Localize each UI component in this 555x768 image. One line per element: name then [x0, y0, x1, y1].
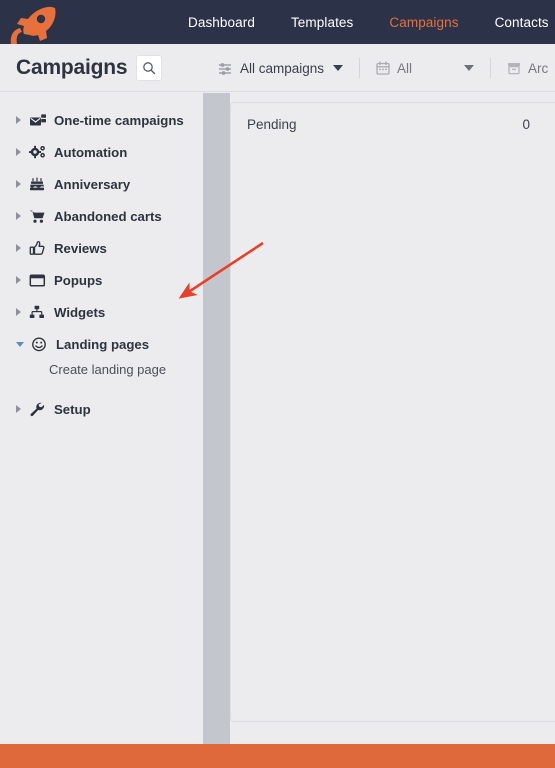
chevron-right-icon	[16, 308, 21, 316]
primary-nav: Dashboard Templates Campaigns Contacts	[170, 0, 555, 44]
archive-box-icon	[508, 63, 521, 75]
nav-link-templates[interactable]: Templates	[273, 15, 371, 30]
sidebar-item-reviews[interactable]: Reviews	[0, 236, 203, 260]
sidebar-item-setup[interactable]: Setup	[0, 397, 203, 421]
sidebar-label: Reviews	[54, 240, 107, 256]
chevron-down-icon	[333, 65, 344, 71]
sidebar-item-anniversary[interactable]: Anniversary	[0, 172, 203, 196]
window-popup-icon	[28, 272, 47, 289]
thumbs-up-icon	[28, 240, 47, 257]
filter-archive-label: Arc	[528, 60, 549, 76]
sidebar-item-popups[interactable]: Popups	[0, 268, 203, 292]
mail-stack-icon	[28, 112, 47, 129]
chevron-right-icon	[16, 212, 21, 220]
top-navbar: Dashboard Templates Campaigns Contacts	[0, 0, 555, 44]
nav-link-contacts[interactable]: Contacts	[477, 15, 555, 30]
filter-all-campaigns[interactable]: All campaigns	[218, 60, 344, 76]
chevron-right-icon	[16, 116, 21, 124]
sidebar: One-time campaigns Automation Anniversar…	[0, 93, 203, 744]
page-title: Campaigns	[16, 55, 128, 79]
card-header: Pending 0	[231, 103, 555, 132]
sidebar-label: Automation	[54, 144, 128, 160]
chevron-down-icon	[16, 341, 24, 347]
toolbar-divider-2	[490, 58, 492, 78]
sidebar-item-automation[interactable]: Automation	[0, 140, 203, 164]
sidebar-item-widgets[interactable]: Widgets	[0, 300, 203, 324]
sidebar-item-abandoned-carts[interactable]: Abandoned carts	[0, 204, 203, 228]
sidebar-label: Setup	[54, 401, 91, 417]
chevron-right-icon	[16, 276, 21, 284]
card-title: Pending	[247, 117, 297, 132]
birthday-cake-icon	[28, 176, 47, 193]
filter-archive[interactable]: Arc	[507, 61, 548, 76]
search-input[interactable]	[136, 54, 163, 81]
sidebar-item-landing-pages[interactable]: Landing pages	[0, 332, 203, 356]
filter-date-range[interactable]: All	[376, 60, 475, 76]
chevron-right-icon	[16, 244, 21, 252]
sidebar-label: Anniversary	[54, 176, 131, 192]
card-count: 0	[522, 117, 530, 132]
shopping-cart-icon	[28, 208, 47, 225]
calendar-icon	[376, 61, 390, 75]
sidebar-list: One-time campaigns Automation Anniversar…	[0, 93, 203, 421]
filter-toolbar: All campaigns All Arc	[218, 44, 548, 92]
nav-link-dashboard[interactable]: Dashboard	[170, 15, 273, 30]
pending-campaigns-card: Pending 0	[230, 102, 555, 722]
sidebar-label: Abandoned carts	[54, 208, 162, 224]
search-icon	[143, 61, 156, 74]
sidebar-label: Landing pages	[56, 336, 150, 352]
sidebar-label: Widgets	[54, 304, 106, 320]
gears-icon	[28, 144, 47, 161]
sliders-filter-icon	[219, 62, 231, 75]
filter-date-range-label: All	[397, 60, 413, 76]
rocket-logo-icon[interactable]	[8, 2, 66, 44]
app-root: Dashboard Templates Campaigns Contacts C…	[0, 0, 555, 768]
sidebar-subitem-create-landing-page[interactable]: Create landing page	[0, 357, 203, 381]
wrench-icon	[28, 401, 47, 418]
nav-link-campaigns[interactable]: Campaigns	[371, 15, 476, 30]
sidebar-item-one-time-campaigns[interactable]: One-time campaigns	[0, 108, 203, 132]
panel-divider-column	[203, 93, 230, 744]
sidebar-label: One-time campaigns	[54, 112, 184, 128]
chevron-down-icon-2	[464, 65, 475, 71]
toolbar-divider-1	[359, 58, 361, 78]
smiley-face-icon	[30, 336, 49, 353]
chevron-right-icon	[16, 148, 21, 156]
filter-all-campaigns-label: All campaigns	[240, 60, 325, 76]
sidebar-label: Popups	[54, 272, 103, 288]
chevron-right-icon	[16, 180, 21, 188]
chevron-right-icon	[16, 405, 21, 413]
main-content: Pending 0	[230, 93, 555, 744]
sitemap-widgets-icon	[28, 304, 47, 321]
footer-bar	[0, 744, 555, 768]
